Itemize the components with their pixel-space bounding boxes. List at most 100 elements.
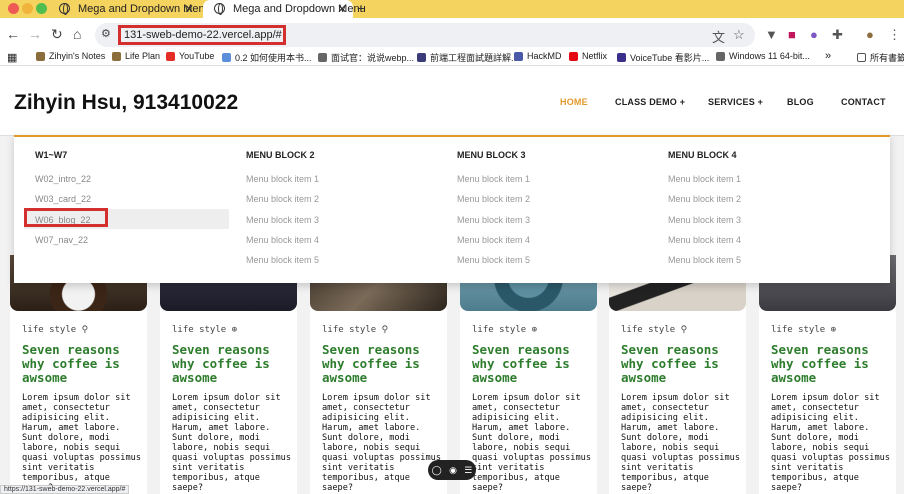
blog-card[interactable]: life style ⚲ Seven reasons why coffee is … <box>609 255 746 494</box>
card-title[interactable]: Seven reasons why coffee is awsome <box>22 343 142 385</box>
bookmark-item[interactable]: 面试官：说说webp... <box>318 51 414 64</box>
mega-menu-item[interactable]: Menu block item 2 <box>457 194 530 204</box>
card-title[interactable]: Seven reasons why coffee is awsome <box>472 343 592 385</box>
bookmark-item[interactable]: HackMD <box>514 51 562 61</box>
mega-menu-item[interactable]: W03_card_22 <box>35 194 91 204</box>
list-icon[interactable]: ☰ <box>464 465 472 476</box>
nav-services[interactable]: SERVICES + <box>708 97 763 107</box>
mega-menu-item[interactable]: Menu block item 4 <box>457 235 530 245</box>
card-tag-label: life style <box>621 325 676 335</box>
globe-icon <box>59 3 70 15</box>
star-icon <box>112 51 121 61</box>
browser-tab[interactable]: Mega and Dropdown Menu ✕ <box>48 0 211 18</box>
card-tag: life style ⚲ <box>322 325 388 335</box>
extension-icon[interactable]: ■ <box>788 27 796 42</box>
mega-menu-item[interactable]: W02_intro_22 <box>35 174 91 184</box>
mega-menu-item[interactable]: Menu block item 1 <box>668 174 741 184</box>
floating-toolbar[interactable]: ◯ ◉ ☰ <box>428 460 476 480</box>
nav-home[interactable]: HOME <box>560 97 588 107</box>
card-tag: life style ⚲ <box>22 325 88 335</box>
menu-icon[interactable]: ⋮ <box>888 27 901 43</box>
mega-menu-item[interactable]: Menu block item 4 <box>246 235 319 245</box>
bookmark-item[interactable]: Life Plan <box>112 51 160 61</box>
blog-card[interactable]: life style ⊕ Seven reasons why coffee is … <box>759 255 896 494</box>
card-title[interactable]: Seven reasons why coffee is awsome <box>621 343 741 385</box>
mega-menu-item[interactable]: Menu block item 3 <box>246 215 319 225</box>
eye-icon[interactable]: ◉ <box>449 465 457 476</box>
puzzle-icon[interactable]: ✚ <box>832 27 843 43</box>
mega-menu-item[interactable]: Menu block item 2 <box>246 194 319 204</box>
translate-icon[interactable]: 文 <box>712 27 725 46</box>
globe-icon <box>716 51 725 61</box>
card-tag: life style ⊕ <box>771 325 836 335</box>
forward-icon[interactable]: → <box>28 26 42 42</box>
card-title[interactable]: Seven reasons why coffee is awsome <box>172 343 292 385</box>
card-body: Lorem ipsum dolor sit amet, consectetur … <box>172 393 291 493</box>
close-tab-icon[interactable]: ✕ <box>184 2 194 16</box>
bookmark-label: 0.2 如何使用本书... <box>235 53 312 63</box>
hackmd-icon <box>514 51 523 61</box>
card-tag-label: life style <box>172 325 227 335</box>
mega-menu-item[interactable]: Menu block item 1 <box>246 174 319 184</box>
mega-menu-item[interactable]: Menu block item 2 <box>668 194 741 204</box>
bookmark-item[interactable]: 0.2 如何使用本书... <box>222 51 312 64</box>
card-tag-label: life style <box>771 325 826 335</box>
blog-card[interactable]: life style ⚲ Seven reasons why coffee is … <box>10 255 147 494</box>
mega-menu-item[interactable]: Menu block item 4 <box>668 235 741 245</box>
pin-icon: ⚲ <box>81 325 89 335</box>
nav-blog[interactable]: BLOG <box>787 97 814 107</box>
comment-icon[interactable]: ◯ <box>432 465 442 476</box>
mega-menu-item[interactable]: Menu block item 5 <box>668 255 741 265</box>
new-tab-button[interactable]: + <box>357 0 365 16</box>
all-bookmarks[interactable]: 所有書籤 <box>857 51 904 64</box>
mega-menu-heading: MENU BLOCK 4 <box>668 150 737 160</box>
bookmark-label: Life Plan <box>125 51 161 61</box>
netflix-icon <box>569 51 578 61</box>
hover-highlight-box <box>24 208 108 227</box>
card-tag-label: life style <box>472 325 527 335</box>
extension-icon[interactable]: ▼ <box>765 27 778 42</box>
apps-grid-icon[interactable]: ▦ <box>7 51 17 64</box>
bookmark-item[interactable]: Zihyin's Notes <box>36 51 105 61</box>
extension-icon[interactable]: ● <box>810 27 818 42</box>
home-icon[interactable]: ⌂ <box>73 26 81 42</box>
mega-menu-item[interactable]: Menu block item 3 <box>457 215 530 225</box>
close-tab-icon[interactable]: ✕ <box>337 2 347 16</box>
bookmark-item[interactable]: YouTube <box>166 51 214 61</box>
card-body: Lorem ipsum dolor sit amet, consectetur … <box>472 393 591 493</box>
back-icon[interactable]: ← <box>6 26 20 42</box>
blog-card[interactable]: life style ⊕ Seven reasons why coffee is … <box>460 255 597 494</box>
bookmark-item[interactable]: Netflix <box>569 51 607 61</box>
site-info-icon[interactable]: ⚙ <box>101 27 111 40</box>
close-window-icon[interactable] <box>8 3 19 14</box>
bookmark-item[interactable]: Windows 11 64-bit... <box>716 51 810 61</box>
nav-class-demo[interactable]: CLASS DEMO + <box>615 97 685 107</box>
mega-menu-item[interactable]: Menu block item 5 <box>246 255 319 265</box>
status-bar-url: https://131-sweb-demo-22.vercel.app/# <box>0 485 130 494</box>
globe-icon: ⊕ <box>231 325 238 335</box>
bookmark-item[interactable]: 前端工程面試題詳解... <box>417 51 519 64</box>
card-title[interactable]: Seven reasons why coffee is awsome <box>771 343 891 385</box>
mega-menu-item[interactable]: Menu block item 3 <box>668 215 741 225</box>
blog-card[interactable]: life style ⊕ Seven reasons why coffee is … <box>160 255 297 494</box>
avatar[interactable]: ● <box>866 27 874 42</box>
bookmark-star-icon[interactable]: ☆ <box>733 27 745 43</box>
bookmarks-more[interactable]: » <box>825 50 831 62</box>
site-brand[interactable]: Zihyin Hsu, 913410022 <box>14 91 238 115</box>
minimize-window-icon[interactable] <box>22 3 33 14</box>
mega-menu-item[interactable]: Menu block item 5 <box>457 255 530 265</box>
maximize-window-icon[interactable] <box>36 3 47 14</box>
mega-menu-item[interactable]: W07_nav_22 <box>35 235 88 245</box>
nav-contact[interactable]: CONTACT <box>841 97 886 107</box>
bookmark-item[interactable]: VoiceTube 看影片... <box>617 51 709 64</box>
pin-icon: ⚲ <box>680 325 688 335</box>
card-tag: life style ⊕ <box>472 325 537 335</box>
card-title[interactable]: Seven reasons why coffee is awsome <box>322 343 442 385</box>
card-body: Lorem ipsum dolor sit amet, consectetur … <box>771 393 890 493</box>
reload-icon[interactable]: ↻ <box>51 26 63 43</box>
globe-icon <box>214 3 225 15</box>
mega-menu-item[interactable]: Menu block item 1 <box>457 174 530 184</box>
card-tag-label: life style <box>322 325 377 335</box>
blog-card[interactable]: life style ⚲ Seven reasons why coffee is … <box>310 255 447 494</box>
browser-tab-active[interactable]: Mega and Dropdown Menu ✕ <box>203 0 366 18</box>
